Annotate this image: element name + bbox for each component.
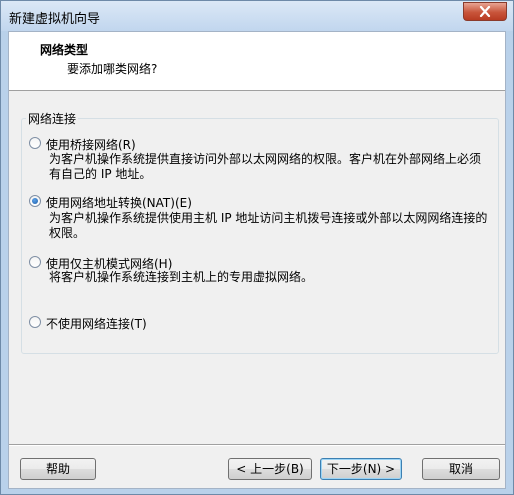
radio-host-only-description: 将客户机操作系统连接到主机上的专用虚拟网络。 bbox=[49, 270, 314, 284]
radio-host-only-button[interactable] bbox=[29, 256, 41, 268]
radio-host-only[interactable]: 使用仅主机模式网络(H) bbox=[29, 255, 249, 271]
window-title: 新建虚拟机向导 bbox=[9, 12, 101, 27]
radio-nat-description: 为客户机操作系统提供使用主机 IP 地址访问主机拨号连接或外部以太网网络连接的权… bbox=[49, 211, 488, 240]
radio-no-network-button[interactable] bbox=[29, 316, 41, 328]
radio-nat-label[interactable]: 使用网络地址转换(NAT)(E) bbox=[46, 194, 192, 211]
radio-bridged-description: 为客户机操作系统提供直接访问外部以太网网络的权限。客户机在外部网络上必须有自己的… bbox=[49, 152, 482, 181]
radio-no-network-label[interactable]: 不使用网络连接(T) bbox=[46, 315, 147, 332]
radio-bridged[interactable]: 使用桥接网络(R) bbox=[29, 136, 229, 153]
close-button[interactable] bbox=[463, 2, 507, 21]
close-icon bbox=[479, 6, 491, 17]
radio-nat-button[interactable] bbox=[29, 195, 41, 207]
group-label: 网络连接 bbox=[26, 110, 79, 127]
next-button[interactable]: 下一步(N) > bbox=[320, 458, 402, 480]
button-separator bbox=[9, 444, 505, 446]
radio-bridged-button[interactable] bbox=[29, 137, 41, 149]
radio-nat[interactable]: 使用网络地址转换(NAT)(E) bbox=[29, 194, 269, 211]
radio-bridged-label[interactable]: 使用桥接网络(R) bbox=[46, 136, 136, 153]
page-title: 网络类型 bbox=[40, 43, 89, 57]
cancel-button[interactable]: 取消 bbox=[422, 458, 500, 480]
wizard-client-area: 网络类型 要添加哪类网络? 网络连接 使用桥接网络(R) 为客户机操作系统提供直… bbox=[8, 31, 506, 489]
page-subtitle: 要添加哪类网络? bbox=[67, 62, 158, 76]
radio-no-network[interactable]: 不使用网络连接(T) bbox=[29, 315, 229, 332]
back-button[interactable]: < 上一步(B) bbox=[228, 458, 312, 480]
wizard-window: 新建虚拟机向导 网络类型 要添加哪类网络? 网络连接 使用桥接网络(R) 为客户… bbox=[0, 0, 514, 495]
title-bar[interactable]: 新建虚拟机向导 bbox=[1, 1, 513, 31]
wizard-header: 网络类型 要添加哪类网络? bbox=[9, 32, 505, 91]
help-button[interactable]: 帮助 bbox=[20, 458, 96, 480]
